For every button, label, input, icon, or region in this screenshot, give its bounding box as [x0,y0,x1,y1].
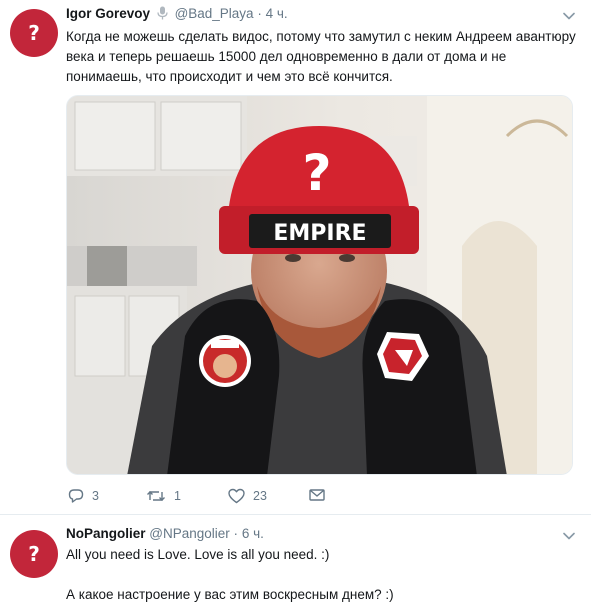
hat-question-mark: ? [302,144,331,202]
timestamp[interactable]: 4 ч. [266,6,288,21]
like-count: 23 [253,489,267,503]
tweet-text: Когда не можешь сделать видос, потому чт… [66,29,576,84]
reply-icon [68,489,84,503]
microphone-icon [157,6,168,20]
tweet[interactable]: ? NoPangolier @NPangolier · 6 ч. All you… [0,516,591,612]
heart-icon [228,488,245,504]
retweet-count: 1 [174,489,181,503]
avatar[interactable]: ? [10,530,58,578]
reply-count: 3 [92,489,99,503]
timestamp[interactable]: 6 ч. [242,526,264,541]
retweet-button[interactable]: 1 [146,488,181,504]
tweet-text-line: А какое настроение у вас этим воскресным… [66,587,394,602]
photo-illustration: EMPIRE ? [67,96,572,474]
chevron-down-icon[interactable] [561,8,577,24]
left-glove-patch [199,335,251,387]
separator: · [233,526,239,541]
retweet-icon [147,491,165,501]
separator: · [257,6,262,21]
author-handle[interactable]: @Bad_Playa [175,6,254,21]
avatar-glyph: ? [28,542,40,566]
chevron-down-icon[interactable] [561,528,577,544]
tweet-photo[interactable]: EMPIRE ? [66,95,573,475]
hat-logo-text: EMPIRE [273,221,366,246]
tweet-text-line: All you need is Love. Love is all you ne… [66,547,330,562]
tweet-actions: 3 1 23 [66,488,366,508]
author-name[interactable]: Igor Gorevoy [66,6,150,21]
author-handle[interactable]: @NPangolier [149,526,230,541]
tweet-header: NoPangolier @NPangolier · 6 ч. [66,526,264,541]
tweet-header: Igor Gorevoy @Bad_Playa · 4 ч. [66,6,288,21]
reply-button[interactable]: 3 [68,488,99,504]
tweet[interactable]: ? Igor Gorevoy @Bad_Playa · 4 ч. Когда н… [0,0,591,515]
envelope-icon [309,489,325,501]
avatar[interactable]: ? [10,9,58,57]
like-button[interactable]: 23 [228,488,267,504]
direct-message-button[interactable] [309,488,325,502]
author-name[interactable]: NoPangolier [66,526,146,541]
avatar-glyph: ? [28,21,40,45]
